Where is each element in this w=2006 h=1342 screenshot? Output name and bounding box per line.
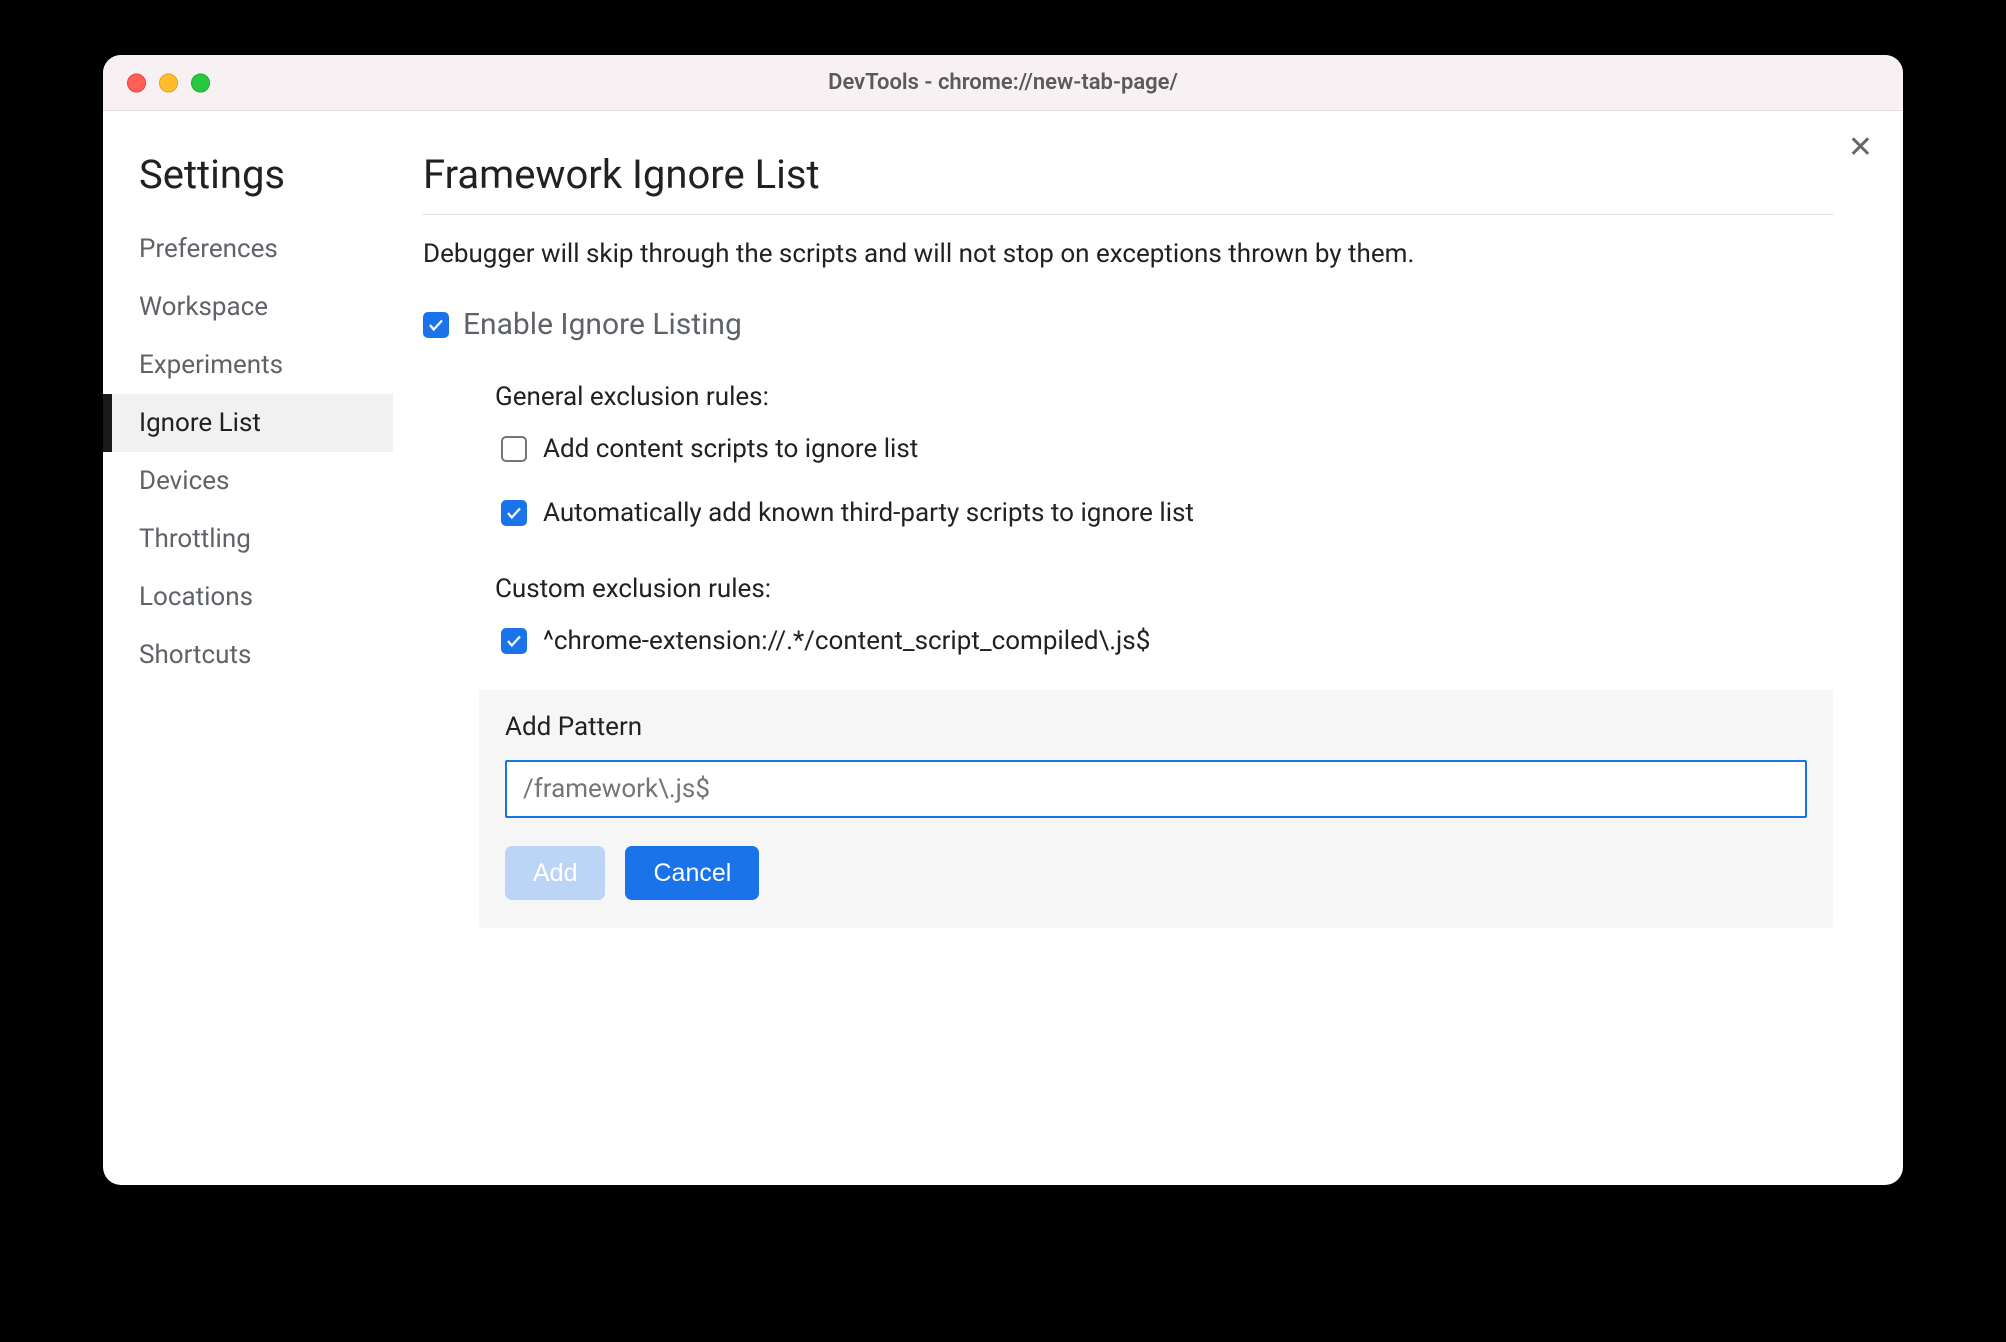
traffic-lights — [127, 73, 210, 92]
check-icon — [427, 316, 445, 334]
sidebar-item-throttling[interactable]: Throttling — [103, 510, 393, 568]
add-content-scripts-label: Add content scripts to ignore list — [543, 434, 918, 464]
custom-exclusion-title: Custom exclusion rules: — [495, 574, 1833, 604]
enable-ignore-listing-label: Enable Ignore Listing — [463, 307, 742, 342]
add-pattern-panel: Add Pattern Add Cancel — [479, 690, 1833, 928]
general-exclusion-section: General exclusion rules: Add content scr… — [423, 382, 1833, 528]
custom-pattern-checkbox[interactable] — [501, 628, 527, 654]
sidebar-title: Settings — [103, 151, 393, 220]
sidebar-item-workspace[interactable]: Workspace — [103, 278, 393, 336]
add-content-scripts-row[interactable]: Add content scripts to ignore list — [495, 434, 1833, 464]
content-area: ✕ Settings Preferences Workspace Experim… — [103, 111, 1903, 1185]
settings-sidebar: Settings Preferences Workspace Experimen… — [103, 111, 393, 1185]
check-icon — [505, 632, 523, 650]
auto-third-party-row[interactable]: Automatically add known third-party scri… — [495, 498, 1833, 528]
cancel-button[interactable]: Cancel — [625, 846, 759, 900]
add-pattern-buttons: Add Cancel — [505, 846, 1807, 900]
close-window-icon[interactable] — [127, 73, 146, 92]
main-panel: Framework Ignore List Debugger will skip… — [393, 111, 1903, 1185]
add-content-scripts-checkbox[interactable] — [501, 436, 527, 462]
minimize-window-icon[interactable] — [159, 73, 178, 92]
page-description: Debugger will skip through the scripts a… — [423, 239, 1833, 269]
devtools-window: DevTools - chrome://new-tab-page/ ✕ Sett… — [103, 55, 1903, 1185]
add-pattern-label: Add Pattern — [505, 712, 1807, 742]
general-exclusion-title: General exclusion rules: — [495, 382, 1833, 412]
page-title: Framework Ignore List — [423, 151, 1833, 215]
sidebar-item-shortcuts[interactable]: Shortcuts — [103, 626, 393, 684]
sidebar-item-preferences[interactable]: Preferences — [103, 220, 393, 278]
sidebar-item-ignore-list[interactable]: Ignore List — [103, 394, 393, 452]
pattern-input[interactable] — [505, 760, 1807, 818]
sidebar-item-locations[interactable]: Locations — [103, 568, 393, 626]
titlebar: DevTools - chrome://new-tab-page/ — [103, 55, 1903, 111]
sidebar-item-devices[interactable]: Devices — [103, 452, 393, 510]
enable-ignore-listing-checkbox[interactable] — [423, 312, 449, 338]
auto-third-party-label: Automatically add known third-party scri… — [543, 498, 1194, 528]
custom-pattern-label: ^chrome-extension://.*/content_script_co… — [543, 626, 1150, 656]
close-icon[interactable]: ✕ — [1848, 133, 1873, 163]
custom-pattern-row[interactable]: ^chrome-extension://.*/content_script_co… — [495, 626, 1833, 656]
custom-exclusion-section: Custom exclusion rules: ^chrome-extensio… — [423, 574, 1833, 656]
window-title: DevTools - chrome://new-tab-page/ — [103, 70, 1903, 95]
sidebar-item-experiments[interactable]: Experiments — [103, 336, 393, 394]
check-icon — [505, 504, 523, 522]
add-button[interactable]: Add — [505, 846, 605, 900]
maximize-window-icon[interactable] — [191, 73, 210, 92]
auto-third-party-checkbox[interactable] — [501, 500, 527, 526]
enable-ignore-listing-row[interactable]: Enable Ignore Listing — [423, 307, 1833, 342]
